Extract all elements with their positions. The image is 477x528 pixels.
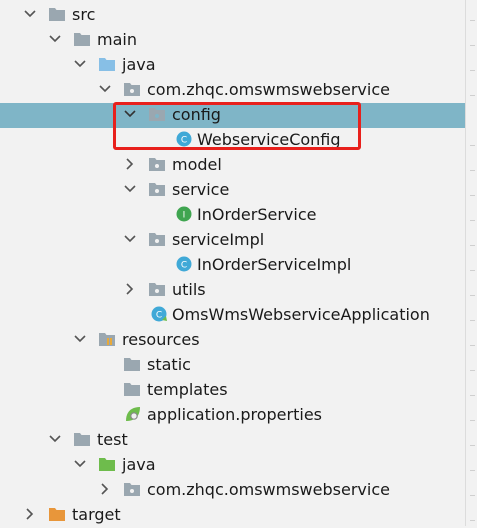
project-tree: src main java com.zhqc.omswmswebservice … <box>0 0 465 526</box>
tree-row-static[interactable]: static <box>0 353 465 378</box>
tree-row-resources[interactable]: resources <box>0 328 465 353</box>
package-icon <box>124 483 140 496</box>
chevron-right-icon[interactable] <box>98 482 112 496</box>
red-highlight-box <box>113 102 361 150</box>
gutter-mark <box>470 345 475 346</box>
tree-row-label: com.zhqc.omswmswebservice <box>147 80 390 99</box>
tree-row-label: java <box>122 55 156 74</box>
tree-row-label: service <box>172 180 230 199</box>
gutter-mark <box>470 245 475 246</box>
tree-row-label: static <box>147 355 191 374</box>
folder-icon <box>49 8 65 21</box>
tree-row-utils[interactable]: utils <box>0 278 465 303</box>
resources-folder-icon <box>99 333 115 346</box>
folder-icon <box>74 433 90 446</box>
chevron-down-icon[interactable] <box>73 457 87 471</box>
svg-text:C: C <box>156 311 162 321</box>
tree-row-label: src <box>72 5 96 24</box>
tree-row-label: test <box>97 430 128 449</box>
gutter-mark <box>470 520 475 521</box>
source-folder-icon <box>99 58 115 71</box>
chevron-down-icon[interactable] <box>123 182 137 196</box>
tree-row-model[interactable]: model <box>0 153 465 178</box>
tree-row-main[interactable]: main <box>0 28 465 53</box>
tree-row-label: InOrderServiceImpl <box>197 255 352 274</box>
tree-row-label: serviceImpl <box>172 230 265 249</box>
gutter-mark <box>470 445 475 446</box>
tree-row-label: resources <box>122 330 200 349</box>
spring-boot-class-icon: C <box>151 306 167 322</box>
interface-icon: I <box>176 206 192 222</box>
package-icon <box>149 183 165 196</box>
gutter-mark <box>470 45 475 46</box>
chevron-down-icon[interactable] <box>48 32 62 46</box>
chevron-right-icon[interactable] <box>123 157 137 171</box>
editor-gutter-divider <box>465 0 466 526</box>
gutter-mark <box>470 370 475 371</box>
tree-row-label: main <box>97 30 137 49</box>
chevron-down-icon[interactable] <box>23 7 37 21</box>
tree-row-inorderserviceimpl[interactable]: C InOrderServiceImpl <box>0 253 465 278</box>
excluded-folder-icon <box>49 508 65 521</box>
gutter-mark <box>470 270 475 271</box>
chevron-right-icon[interactable] <box>23 507 37 521</box>
gutter-mark <box>470 470 475 471</box>
gutter-mark <box>470 495 475 496</box>
chevron-right-icon[interactable] <box>123 282 137 296</box>
folder-icon <box>124 358 140 371</box>
gutter-mark <box>470 220 475 221</box>
tree-row-src[interactable]: src <box>0 3 465 28</box>
tree-row-application-class[interactable]: C OmsWmsWebserviceApplication <box>0 303 465 328</box>
svg-text:I: I <box>183 211 186 221</box>
gutter-mark <box>470 170 475 171</box>
folder-icon <box>74 33 90 46</box>
gutter-mark <box>470 70 475 71</box>
gutter-mark <box>470 145 475 146</box>
tree-row-label: templates <box>147 380 228 399</box>
gutter-mark <box>470 95 475 96</box>
tree-row-label: java <box>122 455 156 474</box>
chevron-down-icon[interactable] <box>48 432 62 446</box>
tree-row-application-properties[interactable]: application.properties <box>0 403 465 428</box>
test-source-folder-icon <box>99 458 115 471</box>
properties-file-icon <box>126 407 140 421</box>
gutter-mark <box>470 420 475 421</box>
tree-row-label: OmsWmsWebserviceApplication <box>172 305 430 324</box>
package-icon <box>149 158 165 171</box>
tree-row-label: com.zhqc.omswmswebservice <box>147 480 390 499</box>
tree-row-test[interactable]: test <box>0 428 465 453</box>
folder-icon <box>124 383 140 396</box>
tree-row-test-java[interactable]: java <box>0 453 465 478</box>
gutter-mark <box>470 195 475 196</box>
gutter-mark <box>470 395 475 396</box>
tree-row-java[interactable]: java <box>0 53 465 78</box>
tree-row-package[interactable]: com.zhqc.omswmswebservice <box>0 78 465 103</box>
package-icon <box>124 83 140 96</box>
tree-row-label: model <box>172 155 222 174</box>
gutter-mark <box>470 320 475 321</box>
tree-row-templates[interactable]: templates <box>0 378 465 403</box>
package-icon <box>149 233 165 246</box>
tree-row-label: utils <box>172 280 206 299</box>
tree-row-target[interactable]: target <box>0 503 465 528</box>
tree-row-label: target <box>72 505 121 524</box>
gutter-mark <box>470 295 475 296</box>
class-icon: C <box>176 256 192 272</box>
chevron-down-icon[interactable] <box>73 332 87 346</box>
gutter-mark <box>470 20 475 21</box>
tree-row-service[interactable]: service <box>0 178 465 203</box>
chevron-down-icon[interactable] <box>123 232 137 246</box>
package-icon <box>149 283 165 296</box>
tree-row-serviceimpl[interactable]: serviceImpl <box>0 228 465 253</box>
tree-row-inorderservice[interactable]: I InOrderService <box>0 203 465 228</box>
tree-row-test-package[interactable]: com.zhqc.omswmswebservice <box>0 478 465 503</box>
chevron-down-icon[interactable] <box>73 57 87 71</box>
svg-text:C: C <box>181 261 187 271</box>
tree-row-label: application.properties <box>147 405 322 424</box>
tree-row-label: InOrderService <box>197 205 317 224</box>
chevron-down-icon[interactable] <box>98 82 112 96</box>
